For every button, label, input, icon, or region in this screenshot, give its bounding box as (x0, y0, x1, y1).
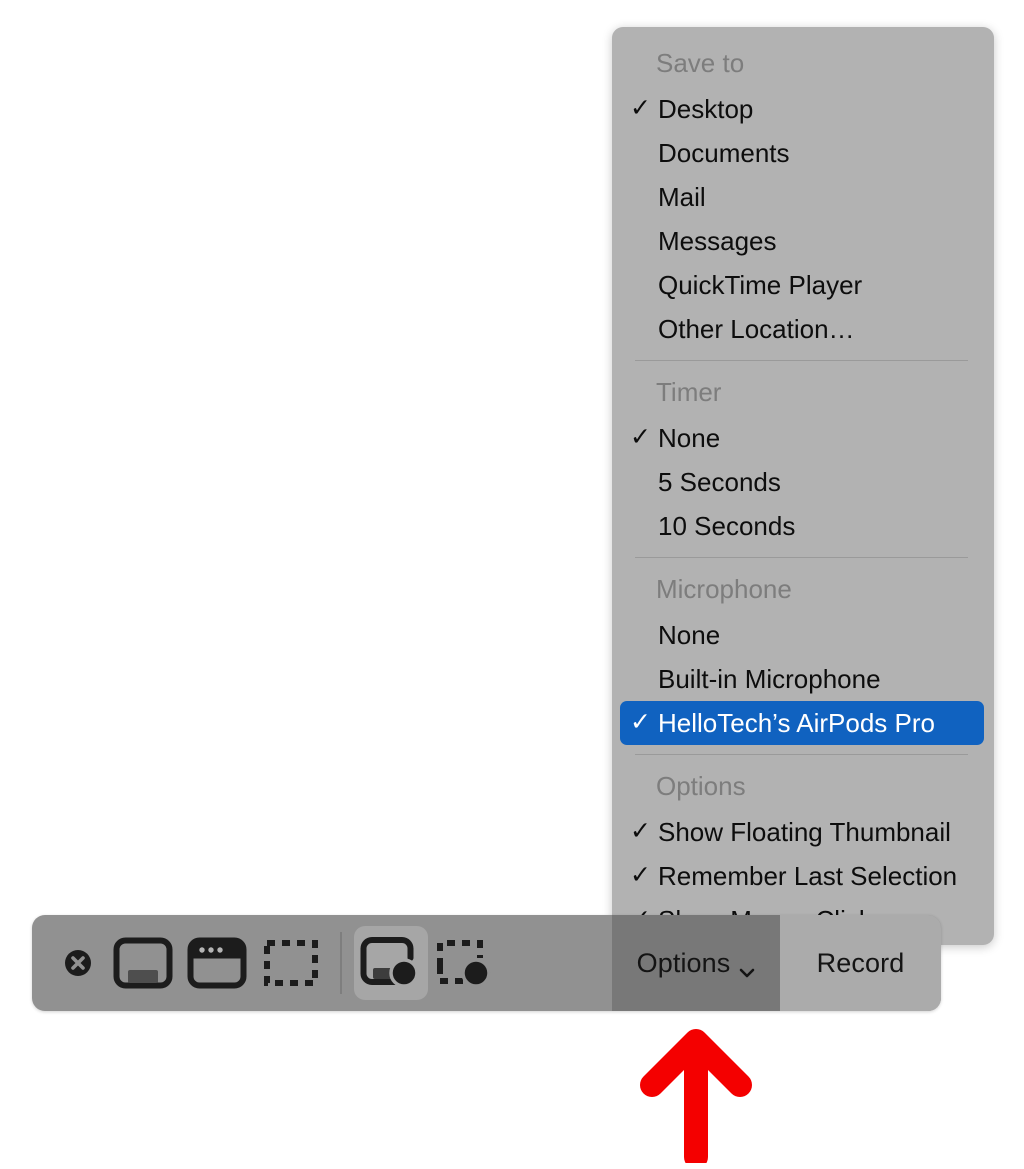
menu-item[interactable]: 5 Seconds (612, 460, 994, 504)
menu-separator (635, 359, 968, 361)
menu-item-label: Remember Last Selection (658, 860, 958, 891)
menu-item[interactable]: 10 Seconds (612, 504, 994, 548)
menu-section-header: Save to (656, 48, 745, 78)
menu-item-label: QuickTime Player (658, 269, 863, 300)
menu-item[interactable]: ✓ None (612, 416, 994, 460)
options-button-label: Options (636, 947, 731, 978)
record-entire-screen-icon (360, 937, 419, 988)
record-entire-screen-button[interactable] (354, 926, 428, 1000)
menu-item-label: None (658, 422, 721, 453)
record-button-label: Record (816, 947, 905, 978)
screenshot-toolbar[interactable]: Options Record (32, 915, 941, 1011)
menu-item-label: 5 Seconds (658, 466, 781, 497)
menu-item-label: Built-in Microphone (658, 663, 881, 694)
menu-separator (635, 753, 968, 755)
menu-item-label: Messages (658, 225, 777, 256)
menu-section-header: Timer (656, 376, 722, 407)
toolbar-divider (340, 932, 342, 994)
menu-item-label: HelloTech’s AirPods Pro (658, 707, 935, 738)
menu-item[interactable]: ✓ Desktop (612, 87, 994, 131)
record-selected-portion-icon (437, 940, 491, 988)
menu-item[interactable]: ✓ Remember Last Selection (612, 854, 994, 898)
capture-selected-window-icon (187, 937, 247, 989)
menu-item[interactable]: Messages (612, 219, 994, 263)
menu-item[interactable]: ✓ Show Floating Thumbnail (612, 810, 994, 854)
record-button[interactable]: Record (780, 915, 941, 1011)
capture-selected-portion-icon (264, 940, 318, 986)
capture-selected-window-button[interactable] (180, 926, 254, 1000)
record-selected-portion-button[interactable] (428, 926, 502, 1000)
menu-item-label: Other Location… (658, 313, 855, 344)
menu-item-label: Desktop (658, 93, 754, 124)
checkmark-icon: ✓ (630, 861, 651, 889)
checkmark-icon: ✓ (630, 94, 651, 123)
menu-section-header: Options (656, 770, 746, 801)
menu-item[interactable]: QuickTime Player (612, 263, 994, 307)
menu-item-label: None (658, 619, 721, 650)
menu-item[interactable]: Other Location… (612, 307, 994, 351)
toolbar-icon-group (32, 915, 502, 1011)
menu-item-label: Show Floating Thumbnail (658, 816, 951, 847)
menu-item[interactable]: Built-in Microphone (612, 657, 994, 701)
menu-separator (635, 556, 968, 558)
checkmark-icon: ✓ (630, 817, 651, 845)
menu-item[interactable]: Documents (612, 131, 994, 175)
checkmark-icon: ✓ (630, 708, 651, 737)
menu-item[interactable]: ✓ HelloTech’s AirPods Pro (620, 700, 984, 745)
checkmark-icon: ✓ (630, 423, 651, 452)
capture-selected-portion-button[interactable] (254, 926, 328, 1000)
menu-item[interactable]: Mail (612, 175, 994, 219)
up-arrow-annotation (640, 1029, 752, 1163)
close-button[interactable] (50, 926, 106, 1000)
menu-item-label: Mail (658, 181, 706, 212)
close-icon (65, 950, 91, 976)
capture-entire-screen-button[interactable] (106, 926, 180, 1000)
menu-section-header: Microphone (656, 573, 792, 604)
menu-item-label: Documents (658, 137, 790, 168)
capture-entire-screen-icon (113, 937, 173, 989)
menu-item[interactable]: None (612, 613, 994, 657)
chevron-down-icon (739, 957, 755, 978)
options-menu[interactable]: Save to ✓ Desktop Documents Mail Messages Quic… (612, 27, 994, 945)
options-button[interactable]: Options (612, 915, 780, 1011)
menu-item-label: 10 Seconds (658, 510, 796, 541)
